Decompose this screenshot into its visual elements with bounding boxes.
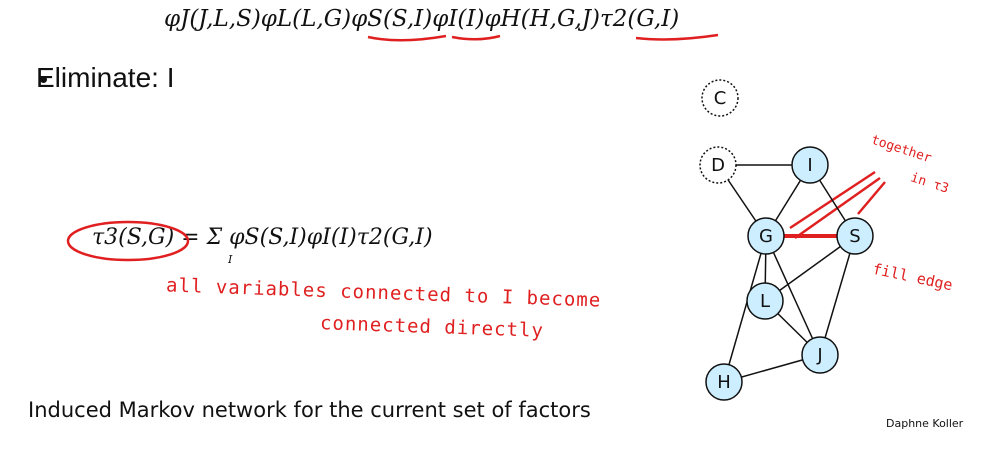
node-L: L: [746, 282, 784, 320]
node-S: S: [836, 217, 874, 255]
caption: Induced Markov network for the current s…: [28, 398, 591, 422]
node-I: I: [791, 146, 829, 184]
node-D: D: [699, 146, 737, 184]
node-label-C: C: [714, 88, 727, 109]
node-label-S: S: [849, 226, 860, 247]
node-G: G: [747, 217, 785, 255]
node-J: J: [801, 336, 839, 374]
node-label-J: J: [816, 345, 822, 366]
markov-network-graph: C D I G S L J H: [699, 79, 874, 401]
node-label-D: D: [711, 155, 725, 176]
credit: Daphne Koller: [886, 417, 964, 430]
node-C: C: [701, 79, 739, 117]
node-label-G: G: [759, 226, 773, 247]
node-label-H: H: [717, 372, 731, 393]
node-label-L: L: [760, 291, 770, 312]
node-H: H: [705, 363, 743, 401]
node-label-I: I: [807, 155, 812, 176]
